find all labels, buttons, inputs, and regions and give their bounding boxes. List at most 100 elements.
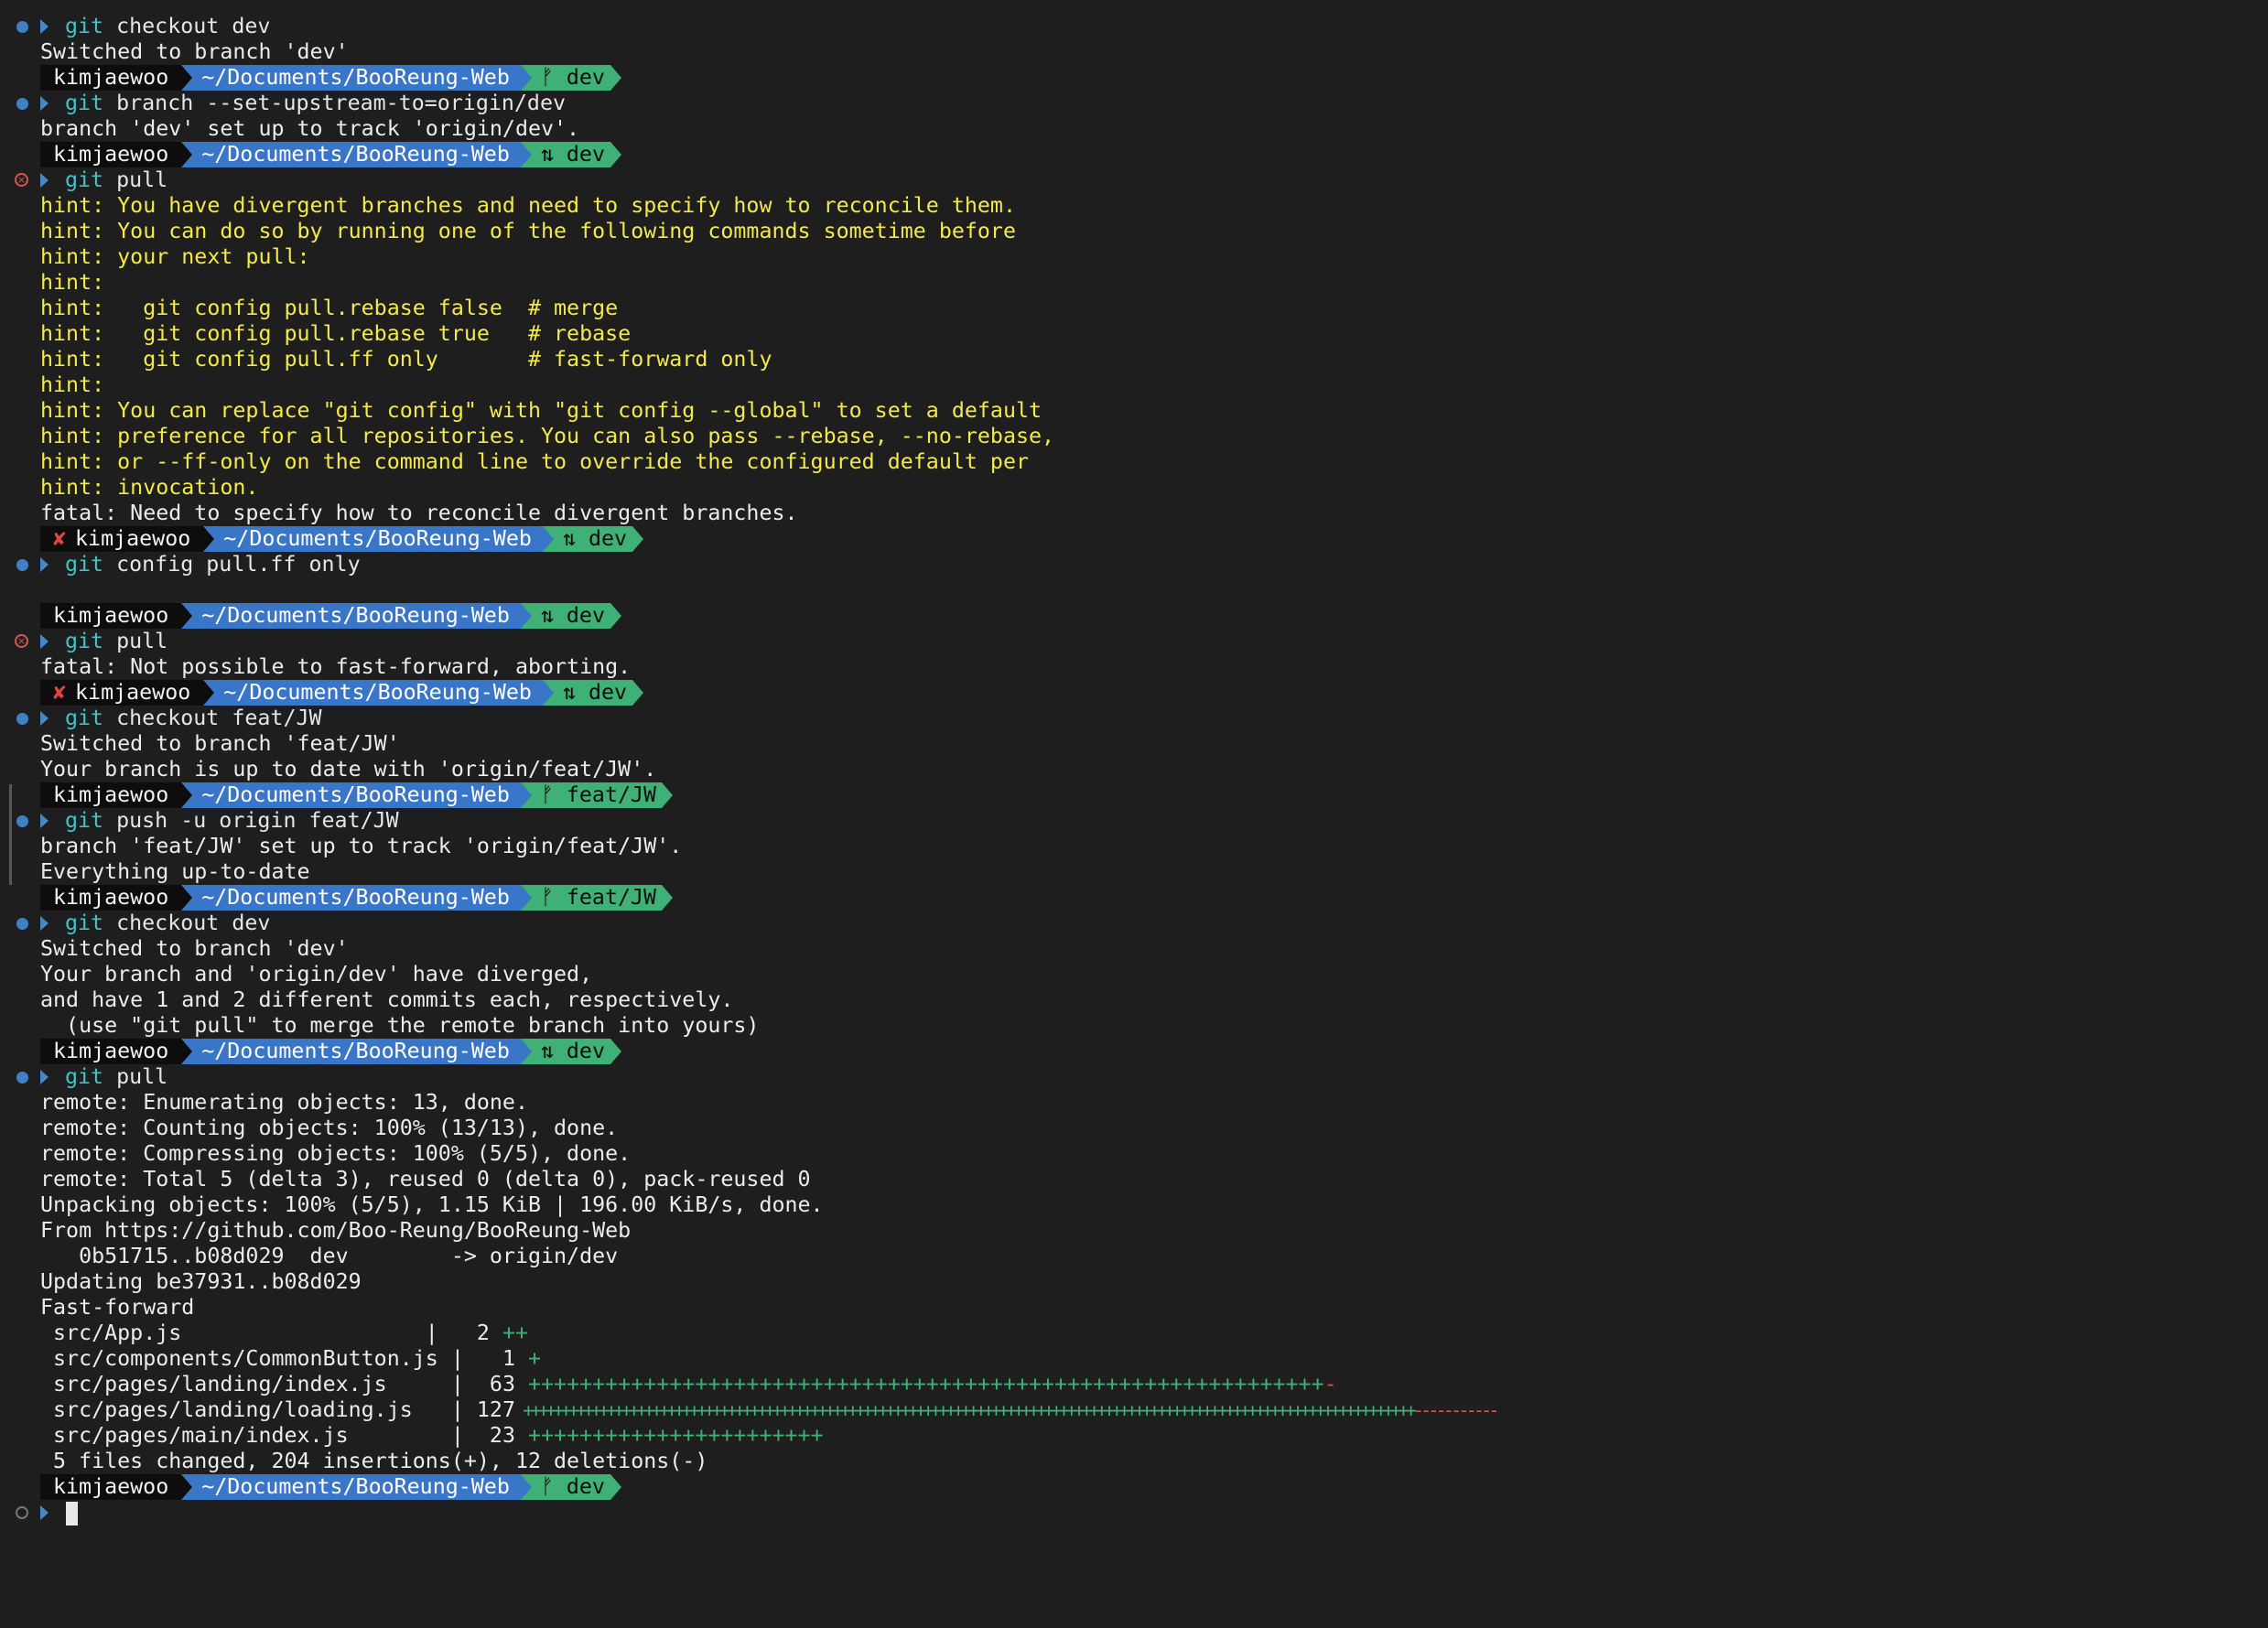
- prompt-branch: ⇅ dev: [531, 603, 610, 629]
- segment-arrow-icon: [632, 526, 644, 552]
- prompt-path: ~/Documents/BooReung-Web: [192, 142, 521, 167]
- diffstat-count: 1: [476, 1346, 515, 1371]
- segment-arrow-icon: [181, 885, 193, 911]
- success-marker-icon: [16, 559, 28, 571]
- output-line: remote: Counting objects: 100% (13/13), …: [40, 1116, 619, 1140]
- hint-line: hint: You can replace "git config" with …: [40, 398, 1042, 423]
- output-line: Switched to branch 'feat/JW': [40, 731, 400, 756]
- error-marker-icon: ×: [15, 173, 28, 187]
- command-args: pull: [103, 1064, 168, 1089]
- prompt-branch: ⇅ dev: [531, 142, 610, 167]
- prompt-chevron-icon: [40, 173, 49, 188]
- git-keyword: git: [65, 808, 104, 833]
- text-cursor[interactable]: [66, 1501, 78, 1526]
- segment-arrow-icon: [181, 1039, 193, 1064]
- segment-arrow-icon: [203, 526, 215, 552]
- output-line: Updating be37931..b08d029: [40, 1269, 362, 1294]
- git-keyword: git: [65, 1064, 104, 1089]
- segment-arrow-icon: [610, 603, 621, 629]
- success-marker-icon: [16, 918, 28, 930]
- output-line: 0b51715..b08d029 dev -> origin/dev: [40, 1244, 619, 1268]
- prompt-branch: ⇅ dev: [553, 526, 633, 552]
- prompt-branch: ᚠ feat/JW: [531, 885, 663, 911]
- diffstat-summary: 5 files changed, 204 insertions(+), 12 d…: [40, 1449, 708, 1473]
- prompt-bar: ✘ kimjaewoo ~/Documents/BooReung-Web ⇅ de…: [40, 680, 644, 706]
- git-keyword: git: [65, 552, 104, 577]
- git-keyword: git: [65, 14, 104, 38]
- prompt-bar: kimjaewoo ~/Documents/BooReung-Web ᚠ fea…: [40, 782, 674, 808]
- output-line: Everything up-to-date: [40, 859, 310, 884]
- diffstat-row: src/pages/main/index.js | 23 +++++++++++…: [40, 1423, 824, 1449]
- prompt-chevron-icon: [40, 634, 49, 649]
- prompt-user: kimjaewoo: [40, 885, 182, 911]
- segment-arrow-icon: [520, 142, 532, 167]
- prompt-path: ~/Documents/BooReung-Web: [192, 65, 521, 91]
- diffstat-file: src/pages/main/index.js |: [40, 1423, 477, 1448]
- output-line: Your branch is up to date with 'origin/f…: [40, 757, 657, 782]
- diffstat-row: src/pages/landing/index.js | 63 ++++++++…: [40, 1372, 1337, 1397]
- segment-arrow-icon: [610, 1474, 621, 1500]
- git-keyword: git: [65, 91, 104, 115]
- hint-line: hint: preference for all repositories. Y…: [40, 424, 1055, 448]
- command-line: git branch --set-upstream-to=origin/dev: [0, 91, 566, 116]
- segment-arrow-icon: [520, 1474, 532, 1500]
- prompt-bar: kimjaewoo ~/Documents/BooReung-Web ᚠ dev: [40, 65, 621, 91]
- success-marker-icon: [16, 1072, 28, 1084]
- command-line: git push -u origin feat/JW: [0, 808, 399, 834]
- success-marker-icon: [16, 815, 28, 827]
- segment-arrow-icon: [610, 1039, 621, 1064]
- prompt-path: ~/Documents/BooReung-Web: [192, 782, 521, 808]
- diffstat-row: src/App.js | 2 ++: [40, 1321, 528, 1346]
- command-line: × git pull: [0, 629, 167, 654]
- output-line: remote: Enumerating objects: 13, done.: [40, 1090, 528, 1115]
- segment-arrow-icon: [610, 65, 621, 91]
- success-marker-icon: [16, 21, 28, 33]
- segment-arrow-icon: [662, 885, 674, 911]
- prompt-user: ✘ kimjaewoo: [40, 680, 204, 706]
- command-args: pull: [103, 629, 168, 653]
- hint-line: hint: git config pull.rebase true # reba…: [40, 321, 632, 346]
- segment-arrow-icon: [520, 603, 532, 629]
- hint-line: hint:: [40, 270, 105, 295]
- success-marker-icon: [16, 713, 28, 725]
- diffstat-deletions: -----------: [1412, 1399, 1500, 1421]
- output-line: Switched to branch 'dev': [40, 936, 349, 961]
- prompt-user: kimjaewoo: [40, 65, 182, 91]
- error-x-icon: ✘: [53, 680, 67, 705]
- hint-line: hint: git config pull.rebase false # mer…: [40, 296, 619, 320]
- prompt-bar: kimjaewoo ~/Documents/BooReung-Web ⇅ dev: [40, 142, 621, 167]
- error-marker-icon: ×: [15, 634, 28, 648]
- prompt-user-name: kimjaewoo: [75, 526, 191, 551]
- prompt-user: kimjaewoo: [40, 1039, 182, 1064]
- prompt-chevron-icon: [40, 19, 49, 34]
- prompt-path: ~/Documents/BooReung-Web: [192, 885, 521, 911]
- output-line: and have 1 and 2 different commits each,…: [40, 987, 734, 1012]
- current-input-line[interactable]: [0, 1500, 78, 1526]
- diffstat-file: src/components/CommonButton.js |: [40, 1346, 477, 1371]
- prompt-chevron-icon: [40, 1070, 49, 1084]
- command-args: checkout feat/JW: [103, 706, 322, 730]
- diffstat-row: src/pages/landing/loading.js | 127 +++++…: [40, 1397, 1500, 1423]
- prompt-user: kimjaewoo: [40, 142, 182, 167]
- segment-arrow-icon: [520, 885, 532, 911]
- prompt-bar: ✘ kimjaewoo ~/Documents/BooReung-Web ⇅ de…: [40, 526, 644, 552]
- segment-arrow-icon: [520, 65, 532, 91]
- segment-arrow-icon: [181, 782, 193, 808]
- prompt-user: kimjaewoo: [40, 603, 182, 629]
- terminal-window[interactable]: git checkout dev Switched to branch 'dev…: [0, 0, 2268, 1534]
- prompt-chevron-icon: [40, 96, 49, 111]
- prompt-chevron-icon: [40, 814, 49, 828]
- diffstat-insertions: ++: [489, 1321, 528, 1345]
- git-keyword: git: [65, 911, 104, 935]
- command-args: push -u origin feat/JW: [103, 808, 399, 833]
- prompt-path: ~/Documents/BooReung-Web: [192, 1039, 521, 1064]
- prompt-branch: ᚠ dev: [531, 65, 610, 91]
- output-line: Switched to branch 'dev': [40, 39, 349, 64]
- output-line: From https://github.com/Boo-Reung/BooReu…: [40, 1218, 632, 1243]
- diffstat-count: 23: [476, 1423, 515, 1448]
- hint-line: hint: your next pull:: [40, 244, 310, 269]
- diffstat-file: src/pages/landing/loading.js |: [40, 1397, 477, 1422]
- segment-arrow-icon: [542, 526, 554, 552]
- fatal-line: fatal: Not possible to fast-forward, abo…: [40, 654, 632, 679]
- diffstat-row: src/components/CommonButton.js | 1 +: [40, 1346, 541, 1372]
